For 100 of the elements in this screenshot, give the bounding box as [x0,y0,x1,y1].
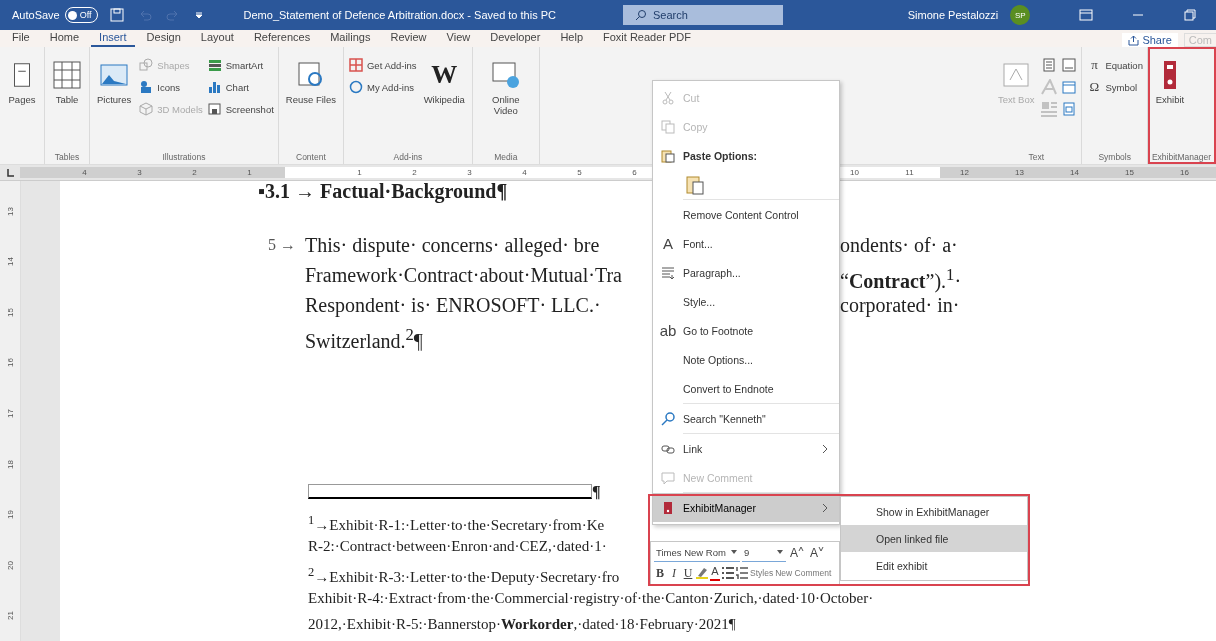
paragraph-mark: ¶ [592,485,601,499]
ribbon-button[interactable]: Screenshot [206,100,274,118]
ribbon-button[interactable]: Ω Symbol [1086,78,1143,96]
ribbon-button[interactable]: SmartArt [206,56,274,74]
user-avatar[interactable]: SP [1010,5,1031,25]
drop-cap-icon [1041,101,1058,117]
menu-item[interactable]: Paragraph... [653,258,839,287]
down-caret-icon [818,545,825,552]
ribbon-tab[interactable]: Help [552,31,591,47]
ribbon-button[interactable]: Get Add-ins [348,56,417,74]
ruler-number: 16 [1179,167,1190,178]
ribbon-tab[interactable]: Review [382,31,435,47]
menu-item[interactable]: ab Go to Footnote [653,316,839,345]
cube-icon [138,101,155,117]
format-button[interactable]: I [668,566,680,581]
ruler-number: 14 [5,257,15,267]
glyph-icon: A [663,235,673,252]
autosave-label: AutoSave [12,9,60,21]
ruler-number: 6 [631,167,638,178]
group-label: Content [295,152,327,162]
ruler-number: 13 [5,206,15,216]
ribbon-tab[interactable]: Home [41,31,88,47]
user-name[interactable]: Simone Pestalozzi [907,9,999,21]
menu-item[interactable]: Note Options... [653,345,839,374]
menu-item[interactable]: Edit exhibit [841,552,1027,579]
ribbon-button[interactable]: Chart [206,78,274,96]
share-button[interactable]: Share [1122,33,1178,47]
ribbon-tab[interactable]: Design [138,31,189,47]
highlighter-icon [696,567,708,580]
ruler-number: 20 [5,560,15,570]
menu-item[interactable]: ExhibitManager [653,493,839,522]
format-button[interactable]: U [682,566,694,581]
glyph-icon: Ω [1086,79,1103,95]
ruler-number: 5 [576,167,583,178]
ruler-number: 3 [466,167,473,178]
footnote-text: Exhibit·R-4:·Extract·from·the·Commercial·registry·of·the·Canton·Zurich,·dated·10·October· [308,589,874,608]
styles-button[interactable]: Styles [750,568,774,579]
ribbon-button[interactable]: π Equation [1086,56,1143,74]
grow-font-button[interactable]: A [788,545,806,560]
format-button[interactable]: B [654,566,666,581]
group-label: Illustrations [161,152,207,162]
ribbon-button[interactable]: W Wikipedia [420,56,468,109]
menu-item[interactable]: Paste Options: [653,141,839,170]
ruler-number: 18 [5,459,15,469]
ribbon-tab[interactable]: References [245,31,319,47]
group-label: Tables [53,152,81,162]
ribbon-icon-button[interactable] [1061,78,1078,96]
search-icon [661,411,675,426]
menu-item[interactable]: Convert to Endnote [653,374,839,403]
menu-item[interactable]: Link [653,434,839,463]
ruler-number: 17 [5,409,15,418]
ribbon-tab[interactable]: Layout [192,31,242,47]
clipboard-icon [686,174,704,195]
ribbon-tab[interactable]: View [438,31,479,47]
paragraph-number: 5 → [268,235,297,255]
menu-item[interactable]: Open linked file [841,525,1027,552]
addin-icon [348,79,364,95]
document-title: Demo_Statement of Defence Arbitration.docx - Saved to this PC [243,9,557,21]
search-icon [635,9,647,21]
ribbon-tab[interactable]: File [4,31,38,47]
ruler-number: 12 [959,167,970,178]
ribbon-icon-button[interactable] [1061,100,1078,118]
font-color-button[interactable]: A [710,565,720,581]
calendar-icon [1061,79,1078,95]
menu-item[interactable]: Style... [653,287,839,316]
chevron-right-icon [821,502,829,513]
search-field[interactable]: Search [623,5,783,25]
binder-icon [663,500,673,515]
ribbon-button[interactable]: Icons [138,78,203,96]
ribbon-button[interactable]: My Add-ins [348,78,417,96]
menu-item[interactable]: Search "Kenneth" [653,404,839,433]
ruler-number: 19 [5,510,15,520]
ribbon-tab[interactable]: Mailings [322,31,379,47]
ribbon-tab[interactable]: Foxit Reader PDF [595,31,700,47]
font-name-field[interactable]: Times New Rom [654,543,740,562]
menu-item[interactable]: A Font... [653,229,839,258]
paragraph-text: ondents· of· a· [840,233,958,258]
ribbon-tab[interactable]: Developer [482,31,549,47]
ribbon-button[interactable]: Pages [4,56,40,109]
ruler-number: 15 [5,307,15,317]
group-label: ExhibitManager [1151,152,1211,162]
ribbon-button[interactable]: Reuse Files [282,56,339,109]
group-label: Media [493,152,519,162]
tab-stop-icon [5,167,15,178]
shrink-font-button[interactable]: A [808,545,827,560]
chevron-right-icon [821,443,829,454]
ribbon-icon-button[interactable] [1041,56,1058,74]
footnote-text: 2012,·Exhibit·R-5:·Bannerstop·Workorder,·dated·18·February·2021¶ [308,615,736,634]
table-icon [52,60,82,90]
ribbon-button[interactable]: Exhibit [1151,56,1188,109]
ribbon-icon-button[interactable] [1061,56,1078,74]
slanted-letter-icon [1041,79,1058,95]
menu-item[interactable]: Show in ExhibitManager [841,498,1027,525]
font-size-field[interactable]: 9 [742,543,786,562]
ribbon-button[interactable]: Pictures [94,56,135,109]
ribbon-display-icon [1079,9,1094,21]
ribbon-button[interactable]: Table [49,56,85,109]
ribbon-button[interactable]: Online Video [476,56,535,120]
new-comment-button[interactable]: New Comment [775,568,832,579]
menu-item[interactable]: Remove Content Control [653,200,839,229]
